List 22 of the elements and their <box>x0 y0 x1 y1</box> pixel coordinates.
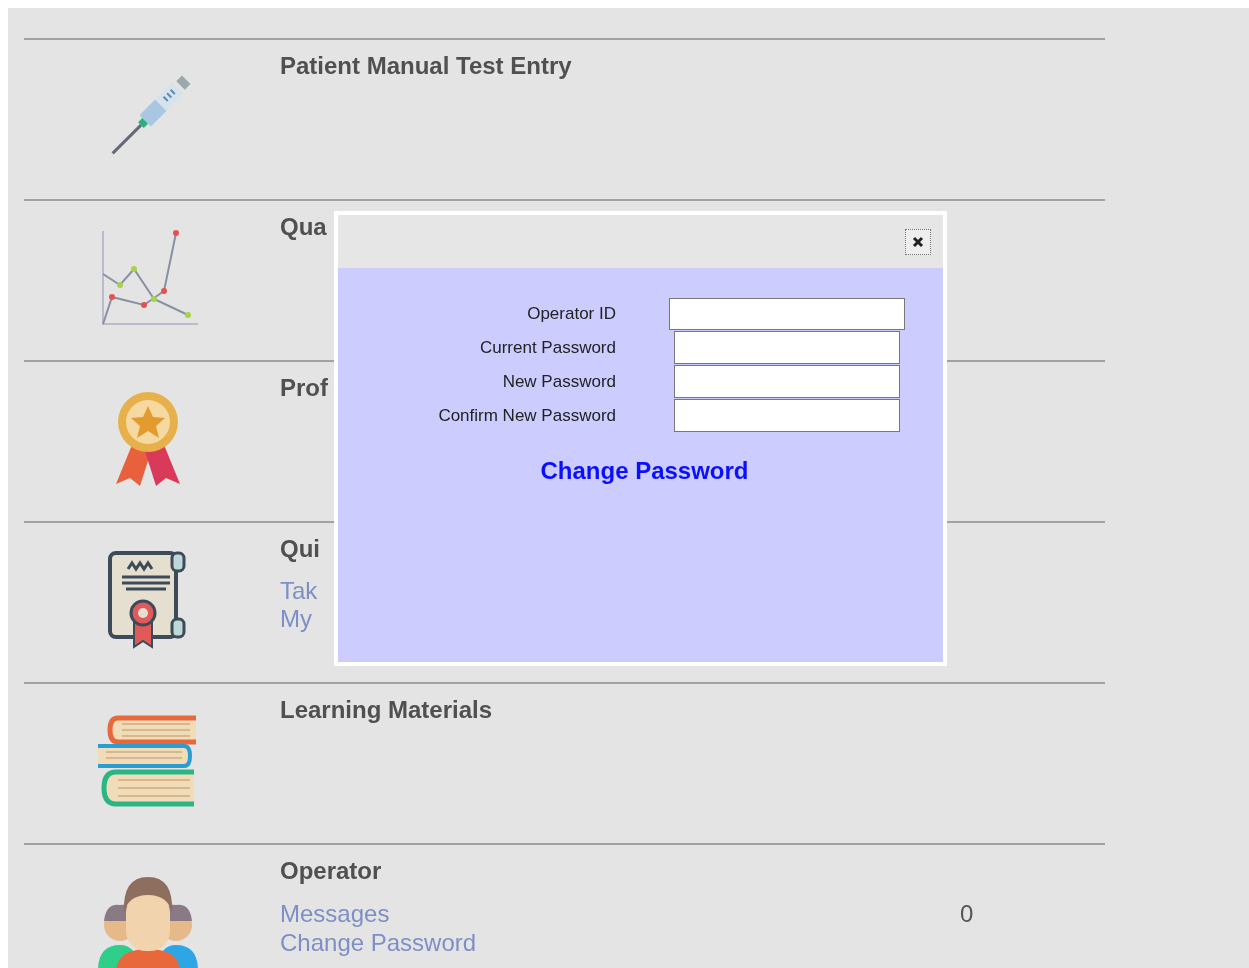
field-label: New Password <box>502 371 616 392</box>
menu-link[interactable]: Change Password <box>280 929 477 957</box>
close-button[interactable] <box>905 228 931 255</box>
section-title: Patient Manual Test Entry <box>280 52 572 80</box>
menu-link[interactable]: My <box>280 605 312 633</box>
section-title: Prof <box>280 374 328 402</box>
section-title: Qui <box>280 535 320 563</box>
menu-link[interactable]: Tak <box>280 577 318 605</box>
message-count: 0 <box>960 899 974 929</box>
input-field[interactable] <box>669 298 905 330</box>
field-label: Current Password <box>479 337 616 358</box>
input-field[interactable] <box>674 365 900 398</box>
section-title: Operator <box>280 857 382 885</box>
menu-link[interactable]: Messages <box>280 900 390 928</box>
section-title: Qua <box>280 213 327 241</box>
input-field[interactable] <box>674 399 900 432</box>
field-label: Confirm New Password <box>438 405 616 426</box>
close-icon <box>912 235 924 248</box>
field-label: Operator ID <box>527 304 616 324</box>
input-field[interactable] <box>674 331 900 364</box>
section-title: Learning Materials <box>280 696 493 724</box>
change-password-link[interactable]: Change Password <box>540 457 749 485</box>
